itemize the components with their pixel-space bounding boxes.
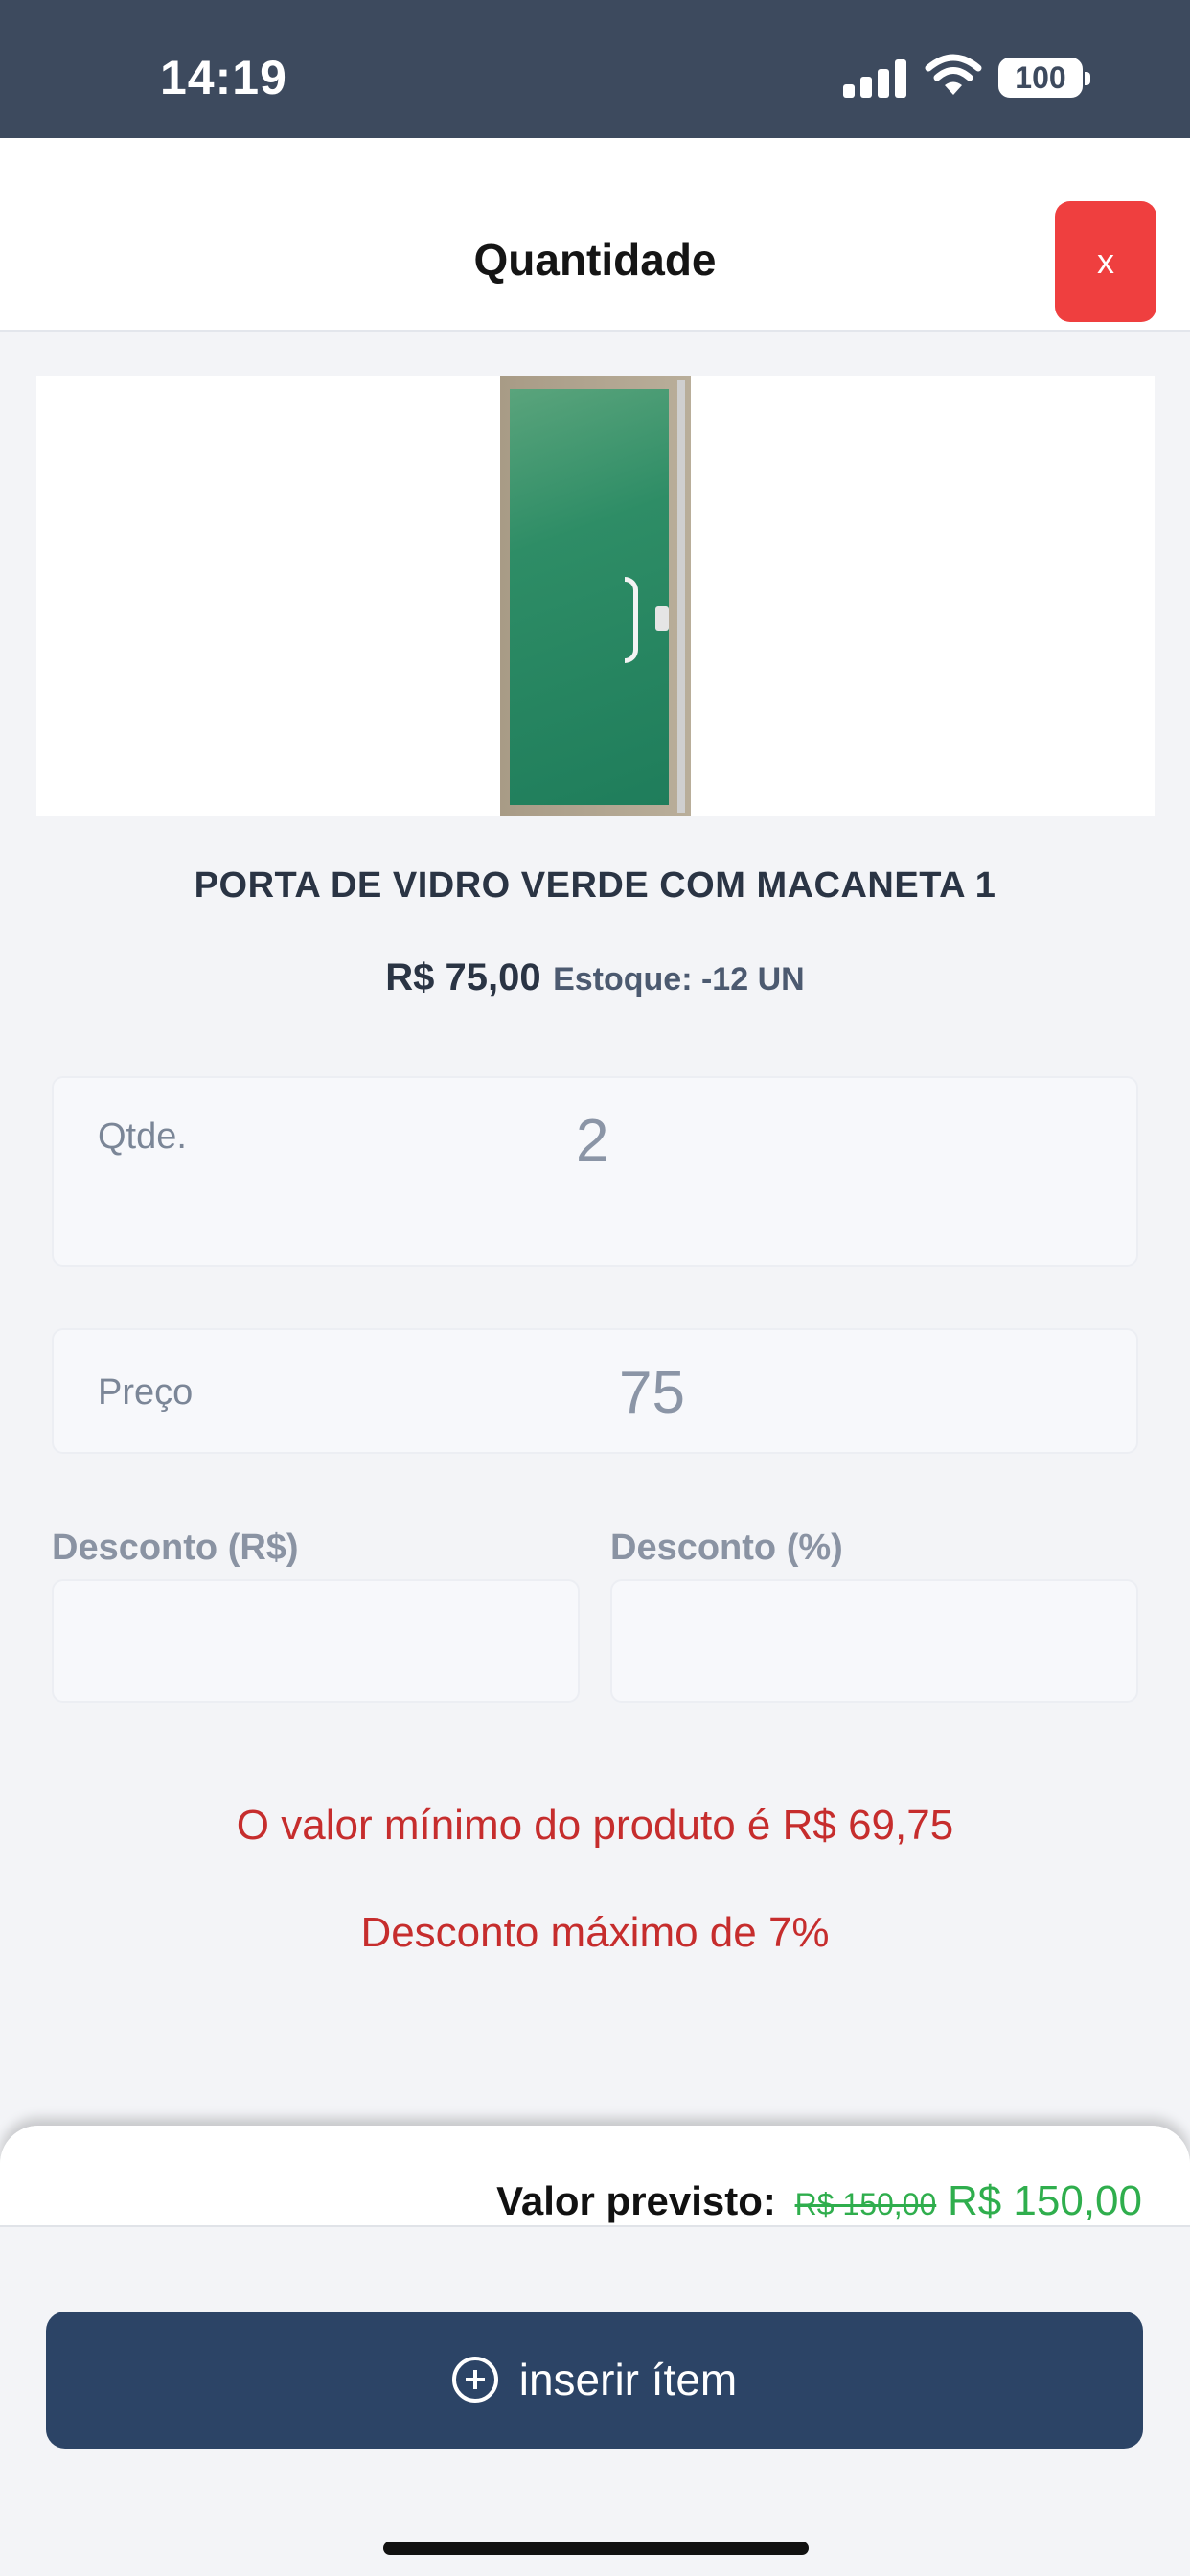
stock-label: Estoque: -12 UN: [553, 961, 805, 998]
price-field[interactable]: Preço 75: [52, 1328, 1138, 1454]
insert-item-label: inserir ítem: [518, 2355, 738, 2404]
plus-circle-icon: [451, 2356, 498, 2403]
price-label: Preço: [98, 1372, 194, 1413]
quantity-label: Qtde.: [98, 1116, 187, 1157]
wifi-icon: [925, 54, 982, 95]
price-line: R$ 75,00 Estoque: -12 UN: [0, 956, 1190, 1000]
modal-header: Quantidade x: [0, 138, 1190, 332]
home-indicator: [383, 2542, 809, 2555]
status-bar: 14:19 100: [0, 0, 1190, 138]
product-image: [36, 376, 1155, 816]
discount-rs-label: Desconto (R$): [52, 1528, 299, 1568]
discount-pct-input[interactable]: [610, 1579, 1138, 1703]
door-image: [500, 376, 691, 816]
product-price: R$ 75,00: [385, 956, 541, 999]
status-time: 14:19: [160, 51, 287, 104]
quantity-value[interactable]: 2: [576, 1107, 608, 1175]
discount-pct-label: Desconto (%): [610, 1528, 843, 1568]
price-value[interactable]: 75: [619, 1359, 685, 1427]
battery-icon: 100: [998, 58, 1090, 98]
quantity-field[interactable]: Qtde. 2: [52, 1076, 1138, 1267]
bottom-sheet: Valor previsto: R$ 150,00 R$ 150,00 inse…: [0, 2126, 1190, 2576]
signal-icon: [843, 59, 906, 98]
old-total: R$ 150,00: [794, 2187, 937, 2221]
product-name: PORTA DE VIDRO VERDE COM MACANETA 1: [194, 865, 996, 906]
summary-bar: Valor previsto: R$ 150,00 R$ 150,00: [0, 2126, 1190, 2227]
summary-text: Valor previsto: R$ 150,00 R$ 150,00: [496, 2177, 1142, 2225]
insert-item-button[interactable]: inserir ítem: [46, 2312, 1143, 2449]
summary-label: Valor previsto:: [496, 2178, 776, 2223]
new-total: R$ 150,00: [947, 2177, 1142, 2224]
page-title: Quantidade: [473, 235, 717, 285]
max-discount-warning: Desconto máximo de 7%: [360, 1909, 830, 1956]
discount-rs-input[interactable]: [52, 1579, 580, 1703]
close-button[interactable]: x: [1055, 201, 1156, 322]
min-value-warning: O valor mínimo do produto é R$ 69,75: [236, 1802, 954, 1849]
